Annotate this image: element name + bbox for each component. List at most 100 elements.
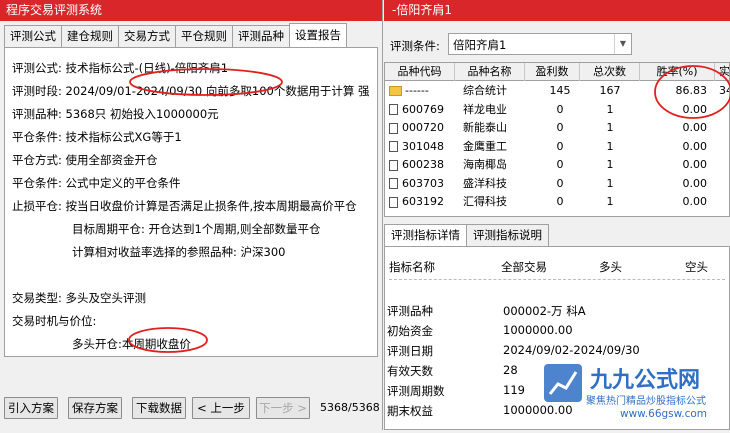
detail-header-long: 多头: [599, 260, 622, 274]
next-step-button[interactable]: 下一步 >: [256, 397, 310, 419]
download-data-button[interactable]: 下载数据: [132, 397, 186, 419]
cell-profit: 0: [556, 195, 564, 208]
document-icon: [389, 196, 398, 208]
cell-name: 祥龙电业: [463, 102, 507, 116]
cell-win-rate: 0.00: [682, 121, 708, 134]
detail-value: 000002-万 科A: [503, 304, 586, 318]
detail-value: 1000000.00: [503, 403, 573, 417]
col-code[interactable]: 品种代码: [385, 63, 455, 81]
cell-name: 金鹰重工: [463, 139, 507, 153]
detail-value: 119: [503, 383, 525, 397]
detail-label: 评测周期数: [387, 384, 445, 398]
detail-header-all: 全部交易: [501, 260, 547, 274]
detail-label: 期末权益: [387, 404, 433, 418]
line-formula: 评测公式: 技术指标公式-(日线)-倍阳齐肩1: [12, 61, 229, 75]
tab-formula[interactable]: 评测公式: [4, 25, 62, 47]
cell-profit: 0: [556, 158, 564, 171]
cell-code-text: 600238: [402, 158, 444, 171]
tab-report-settings[interactable]: 设置报告: [289, 23, 347, 47]
cell-code-text: 600769: [402, 102, 444, 116]
table-row[interactable]: ------ 综合统计 145 167 86.83 34: [385, 82, 729, 100]
previous-step-button[interactable]: < 上一步: [192, 397, 250, 419]
cell-code: ------: [389, 82, 429, 100]
detail-label: 有效天数: [387, 364, 433, 378]
detail-value: 1000000.00: [503, 323, 573, 337]
col-total-count[interactable]: 总次数: [580, 63, 640, 81]
cell-total: 1: [606, 102, 614, 116]
cell-profit: 0: [556, 102, 564, 116]
line-target-period: 目标周期平仓: 开仓达到1个周期,则全部数量平仓: [72, 222, 321, 236]
cell-total: 1: [606, 176, 614, 190]
table-row[interactable]: 603192 汇得科技 0 1 0.00: [385, 193, 729, 211]
line-long-open: 多头开仓:本周期收盘价: [72, 337, 191, 351]
cell-code-text: 603192: [402, 195, 444, 208]
detail-tab-bar: 评测指标详情 评测指标说明: [384, 224, 549, 246]
tab-close-rule[interactable]: 平仓规则: [175, 25, 233, 47]
cell-code-text: ------: [405, 84, 429, 97]
cell-total: 1: [606, 121, 614, 134]
tab-trade-mode[interactable]: 交易方式: [118, 25, 176, 47]
line-open-mode: 平仓方式: 使用全部资金开仓: [12, 153, 158, 167]
cell-code-text: 301048: [402, 139, 444, 153]
line-trade-type: 交易类型: 多头及空头评测: [12, 291, 147, 305]
filter-select[interactable]: 倍阳齐肩1 ▼: [448, 33, 632, 55]
cell-win-rate: 0.00: [682, 102, 708, 116]
col-profit-count[interactable]: 盈利数: [525, 63, 580, 81]
cell-profit: 0: [556, 176, 564, 190]
col-name[interactable]: 品种名称: [455, 63, 525, 81]
metric-details-panel: 指标名称 全部交易 多头 空头 评测品种 000002-万 科A 初始资金 10000…: [384, 246, 730, 430]
filter-select-value: 倍阳齐肩1: [453, 38, 507, 52]
document-icon: [389, 122, 398, 134]
right-title-bar: -倍阳齐肩1: [384, 0, 730, 21]
line-stop-loss: 止损平仓: 按当日收盘价计算是否满足止损条件,按本周期最高价平仓: [12, 199, 357, 213]
table-row[interactable]: 301048 金鹰重工 0 1 0.00: [385, 138, 729, 156]
cell-total: 1: [606, 158, 614, 171]
tab-symbols[interactable]: 评测品种: [232, 25, 290, 47]
cell-total: 167: [599, 84, 621, 97]
cell-code: 301048: [389, 138, 444, 156]
cell-name: 综合统计: [463, 84, 507, 97]
table-row[interactable]: 603703 盛洋科技 0 1 0.00: [385, 175, 729, 193]
table-row[interactable]: 600769 祥龙电业 0 1 0.00: [385, 101, 729, 119]
cell-name: 新能泰山: [463, 121, 507, 134]
cell-code-text: 603703: [402, 176, 444, 190]
save-plan-button[interactable]: 保存方案: [68, 397, 122, 419]
cell-code: 603192: [389, 193, 444, 211]
cell-win-rate: 0.00: [682, 195, 708, 208]
folder-icon: [389, 86, 402, 96]
cell-profit: 145: [549, 84, 571, 97]
detail-header-short: 空头: [685, 260, 708, 274]
detail-label: 评测品种: [387, 304, 433, 318]
detail-divider: [389, 279, 725, 280]
tab-open-rule[interactable]: 建仓规则: [61, 25, 119, 47]
evaluation-system-window: 程序交易评测系统 评测公式 建仓规则 交易方式 平仓规则 评测品种 设置报告 评…: [0, 0, 383, 430]
col-win-rate[interactable]: 胜率(%): [640, 63, 715, 81]
detail-header-name: 指标名称: [389, 260, 435, 274]
detail-label: 评测日期: [387, 344, 433, 358]
table-header: 品种代码 品种名称 盈利数 总次数 胜率(%) 实: [385, 63, 729, 81]
left-tab-bar: 评测公式 建仓规则 交易方式 平仓规则 评测品种 设置报告: [4, 23, 347, 47]
cell-win-rate: 0.00: [682, 139, 708, 153]
cell-code: 603703: [389, 175, 444, 193]
tab-metric-description[interactable]: 评测指标说明: [466, 224, 549, 246]
cell-code: 600769: [389, 101, 444, 119]
table-row[interactable]: 000720 新能泰山 0 1 0.00: [385, 119, 729, 137]
document-icon: [389, 104, 398, 115]
cell-code-text: 000720: [402, 121, 444, 134]
detail-label: 初始资金: [387, 324, 433, 338]
progress-counter: 5368/5368: [320, 401, 380, 414]
cell-name: 汇得科技: [463, 195, 507, 208]
cell-profit: 0: [556, 121, 564, 134]
tab-metric-details[interactable]: 评测指标详情: [384, 224, 467, 246]
chevron-down-icon[interactable]: ▼: [614, 34, 631, 54]
cell-total: 1: [606, 195, 614, 208]
table-row[interactable]: 600238 海南椰岛 0 1 0.00: [385, 156, 729, 174]
col-extra[interactable]: 实: [715, 63, 729, 81]
detail-value: 2024/09/02-2024/09/30: [503, 343, 640, 357]
line-benchmark: 计算相对收益率选择的参照品种: 沪深300: [72, 245, 286, 259]
import-plan-button[interactable]: 引入方案: [4, 397, 58, 419]
cell-code: 000720: [389, 119, 444, 137]
cell-code: 600238: [389, 156, 444, 174]
cell-win-rate: 86.83: [675, 84, 708, 97]
cell-name: 盛洋科技: [463, 176, 507, 190]
